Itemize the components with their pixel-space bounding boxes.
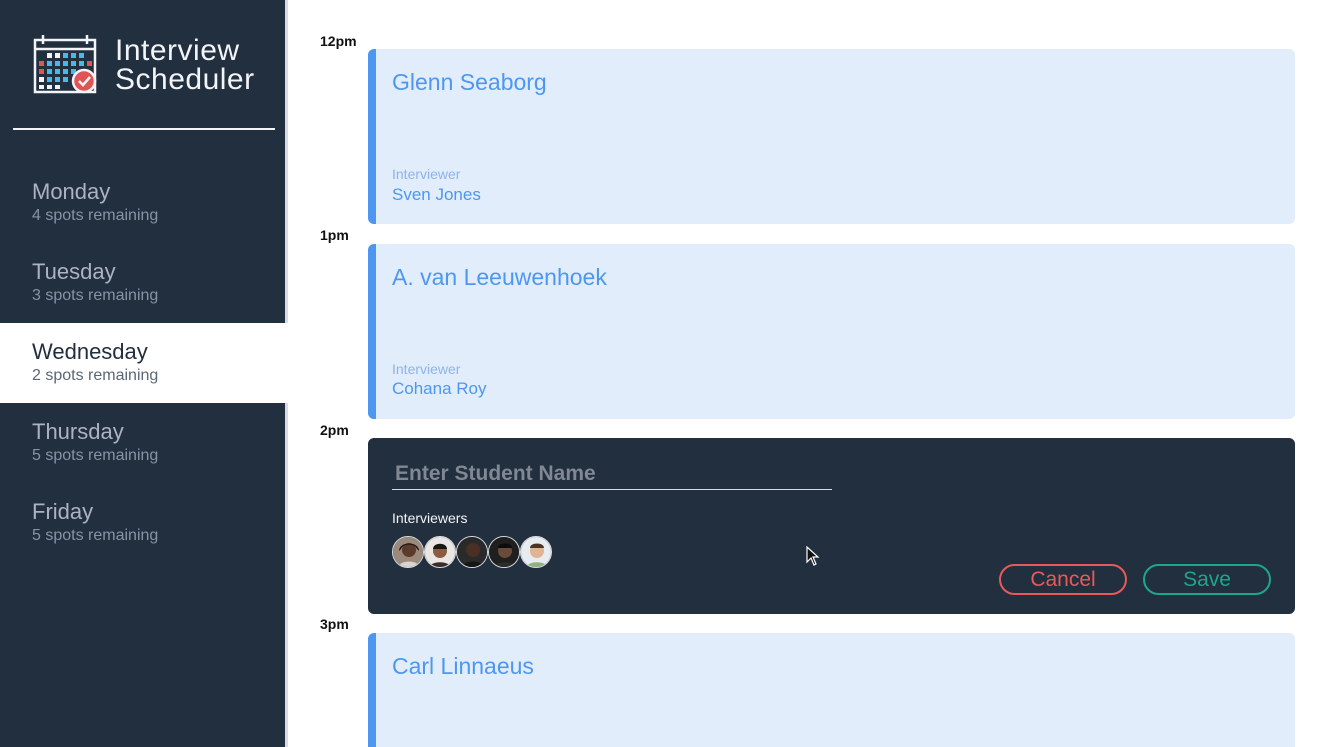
interviewer-label: Interviewer (392, 166, 461, 182)
interviewer-label: Interviewer (392, 361, 461, 377)
day-spots: 4 spots remaining (32, 207, 159, 224)
interviewers-label: Interviewers (392, 510, 468, 526)
interviewer-avatar[interactable] (520, 536, 552, 568)
day-spots: 5 spots remaining (32, 447, 159, 464)
appointment-card[interactable]: Carl Linnaeus (368, 633, 1295, 747)
student-name: Carl Linnaeus (392, 653, 534, 679)
interviewer-avatar[interactable] (424, 536, 456, 568)
app-title-line2: Scheduler (115, 63, 255, 96)
interviewer-name: Sven Jones (392, 185, 481, 204)
student-name: A. van Leeuwenhoek (392, 264, 607, 290)
app-title: Interview Scheduler (115, 34, 255, 96)
day-item-thursday[interactable]: Thursday 5 spots remaining (0, 403, 288, 483)
day-item-friday[interactable]: Friday 5 spots remaining (0, 483, 288, 563)
day-item-wednesday[interactable]: Wednesday 2 spots remaining (0, 323, 288, 403)
student-name-input[interactable] (392, 458, 832, 490)
day-spots: 2 spots remaining (32, 367, 159, 384)
save-button[interactable]: Save (1143, 564, 1271, 595)
appointment-form: Interviewers Cancel Save (368, 438, 1295, 614)
interviewer-name: Cohana Roy (392, 379, 487, 398)
time-label-2pm: 2pm (320, 422, 349, 438)
interviewer-avatar[interactable] (456, 536, 488, 568)
time-label-12pm: 12pm (320, 33, 357, 49)
day-name: Tuesday (32, 259, 116, 284)
student-name: Glenn Seaborg (392, 69, 547, 95)
time-label-3pm: 3pm (320, 616, 349, 632)
appointment-card[interactable]: A. van Leeuwenhoek Interviewer Cohana Ro… (368, 244, 1295, 419)
day-item-tuesday[interactable]: Tuesday 3 spots remaining (0, 243, 288, 323)
cancel-button[interactable]: Cancel (999, 564, 1127, 595)
interviewer-avatar[interactable] (392, 536, 424, 568)
day-name: Wednesday (32, 339, 148, 364)
day-name: Monday (32, 179, 111, 204)
app-root: Interview Scheduler Monday 4 spots remai… (0, 0, 1328, 747)
day-spots: 5 spots remaining (32, 527, 159, 544)
interviewer-list (392, 536, 552, 568)
day-name: Friday (32, 499, 94, 524)
app-title-line1: Interview (115, 34, 240, 67)
day-item-monday[interactable]: Monday 4 spots remaining (0, 163, 288, 243)
schedule: 12pm Glenn Seaborg Interviewer Sven Jone… (290, 0, 1328, 747)
time-label-1pm: 1pm (320, 227, 349, 243)
appointment-card[interactable]: Glenn Seaborg Interviewer Sven Jones (368, 49, 1295, 224)
interviewer-avatar[interactable] (488, 536, 520, 568)
calendar-check-icon (33, 34, 99, 96)
day-list: Monday 4 spots remaining Tuesday 3 spots… (0, 163, 288, 563)
day-spots: 3 spots remaining (32, 287, 159, 304)
sidebar-divider (13, 128, 275, 130)
mouse-cursor-icon (806, 545, 820, 571)
day-name: Thursday (32, 419, 124, 444)
sidebar: Interview Scheduler Monday 4 spots remai… (0, 0, 288, 747)
